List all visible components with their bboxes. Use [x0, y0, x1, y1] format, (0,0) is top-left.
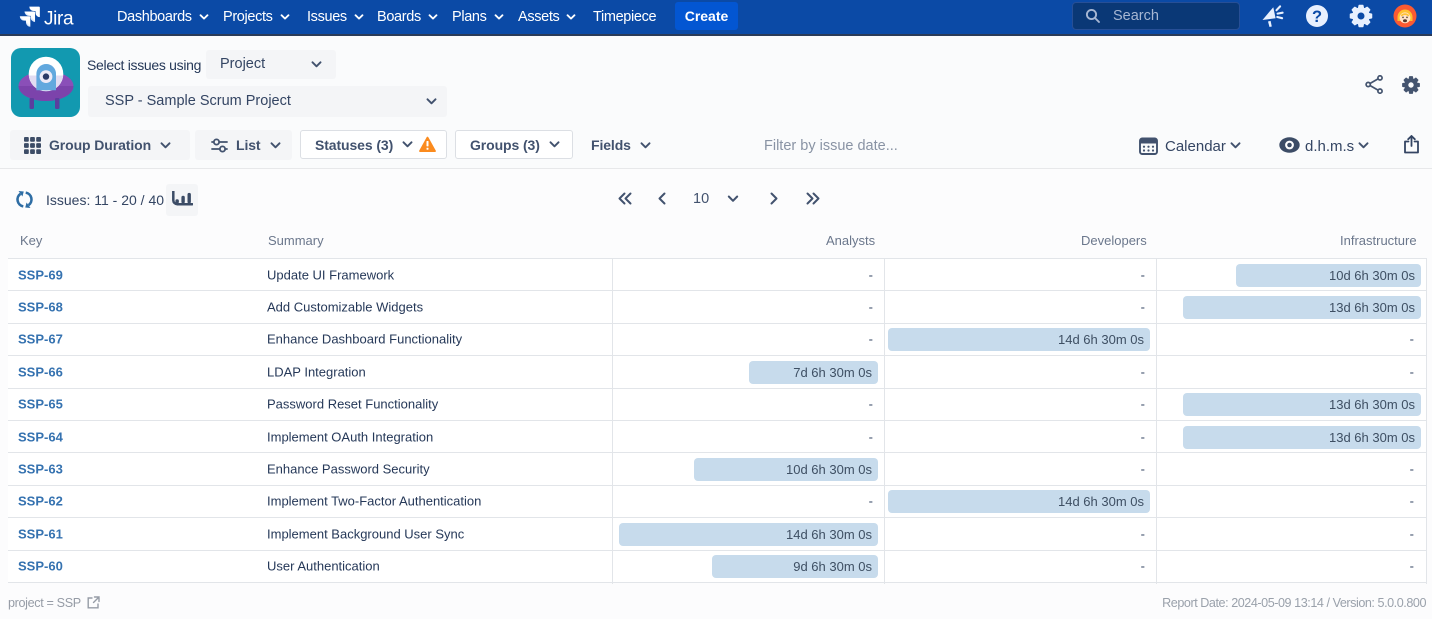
svg-text:Jira: Jira	[44, 9, 74, 30]
svg-text:?: ?	[1312, 8, 1322, 26]
